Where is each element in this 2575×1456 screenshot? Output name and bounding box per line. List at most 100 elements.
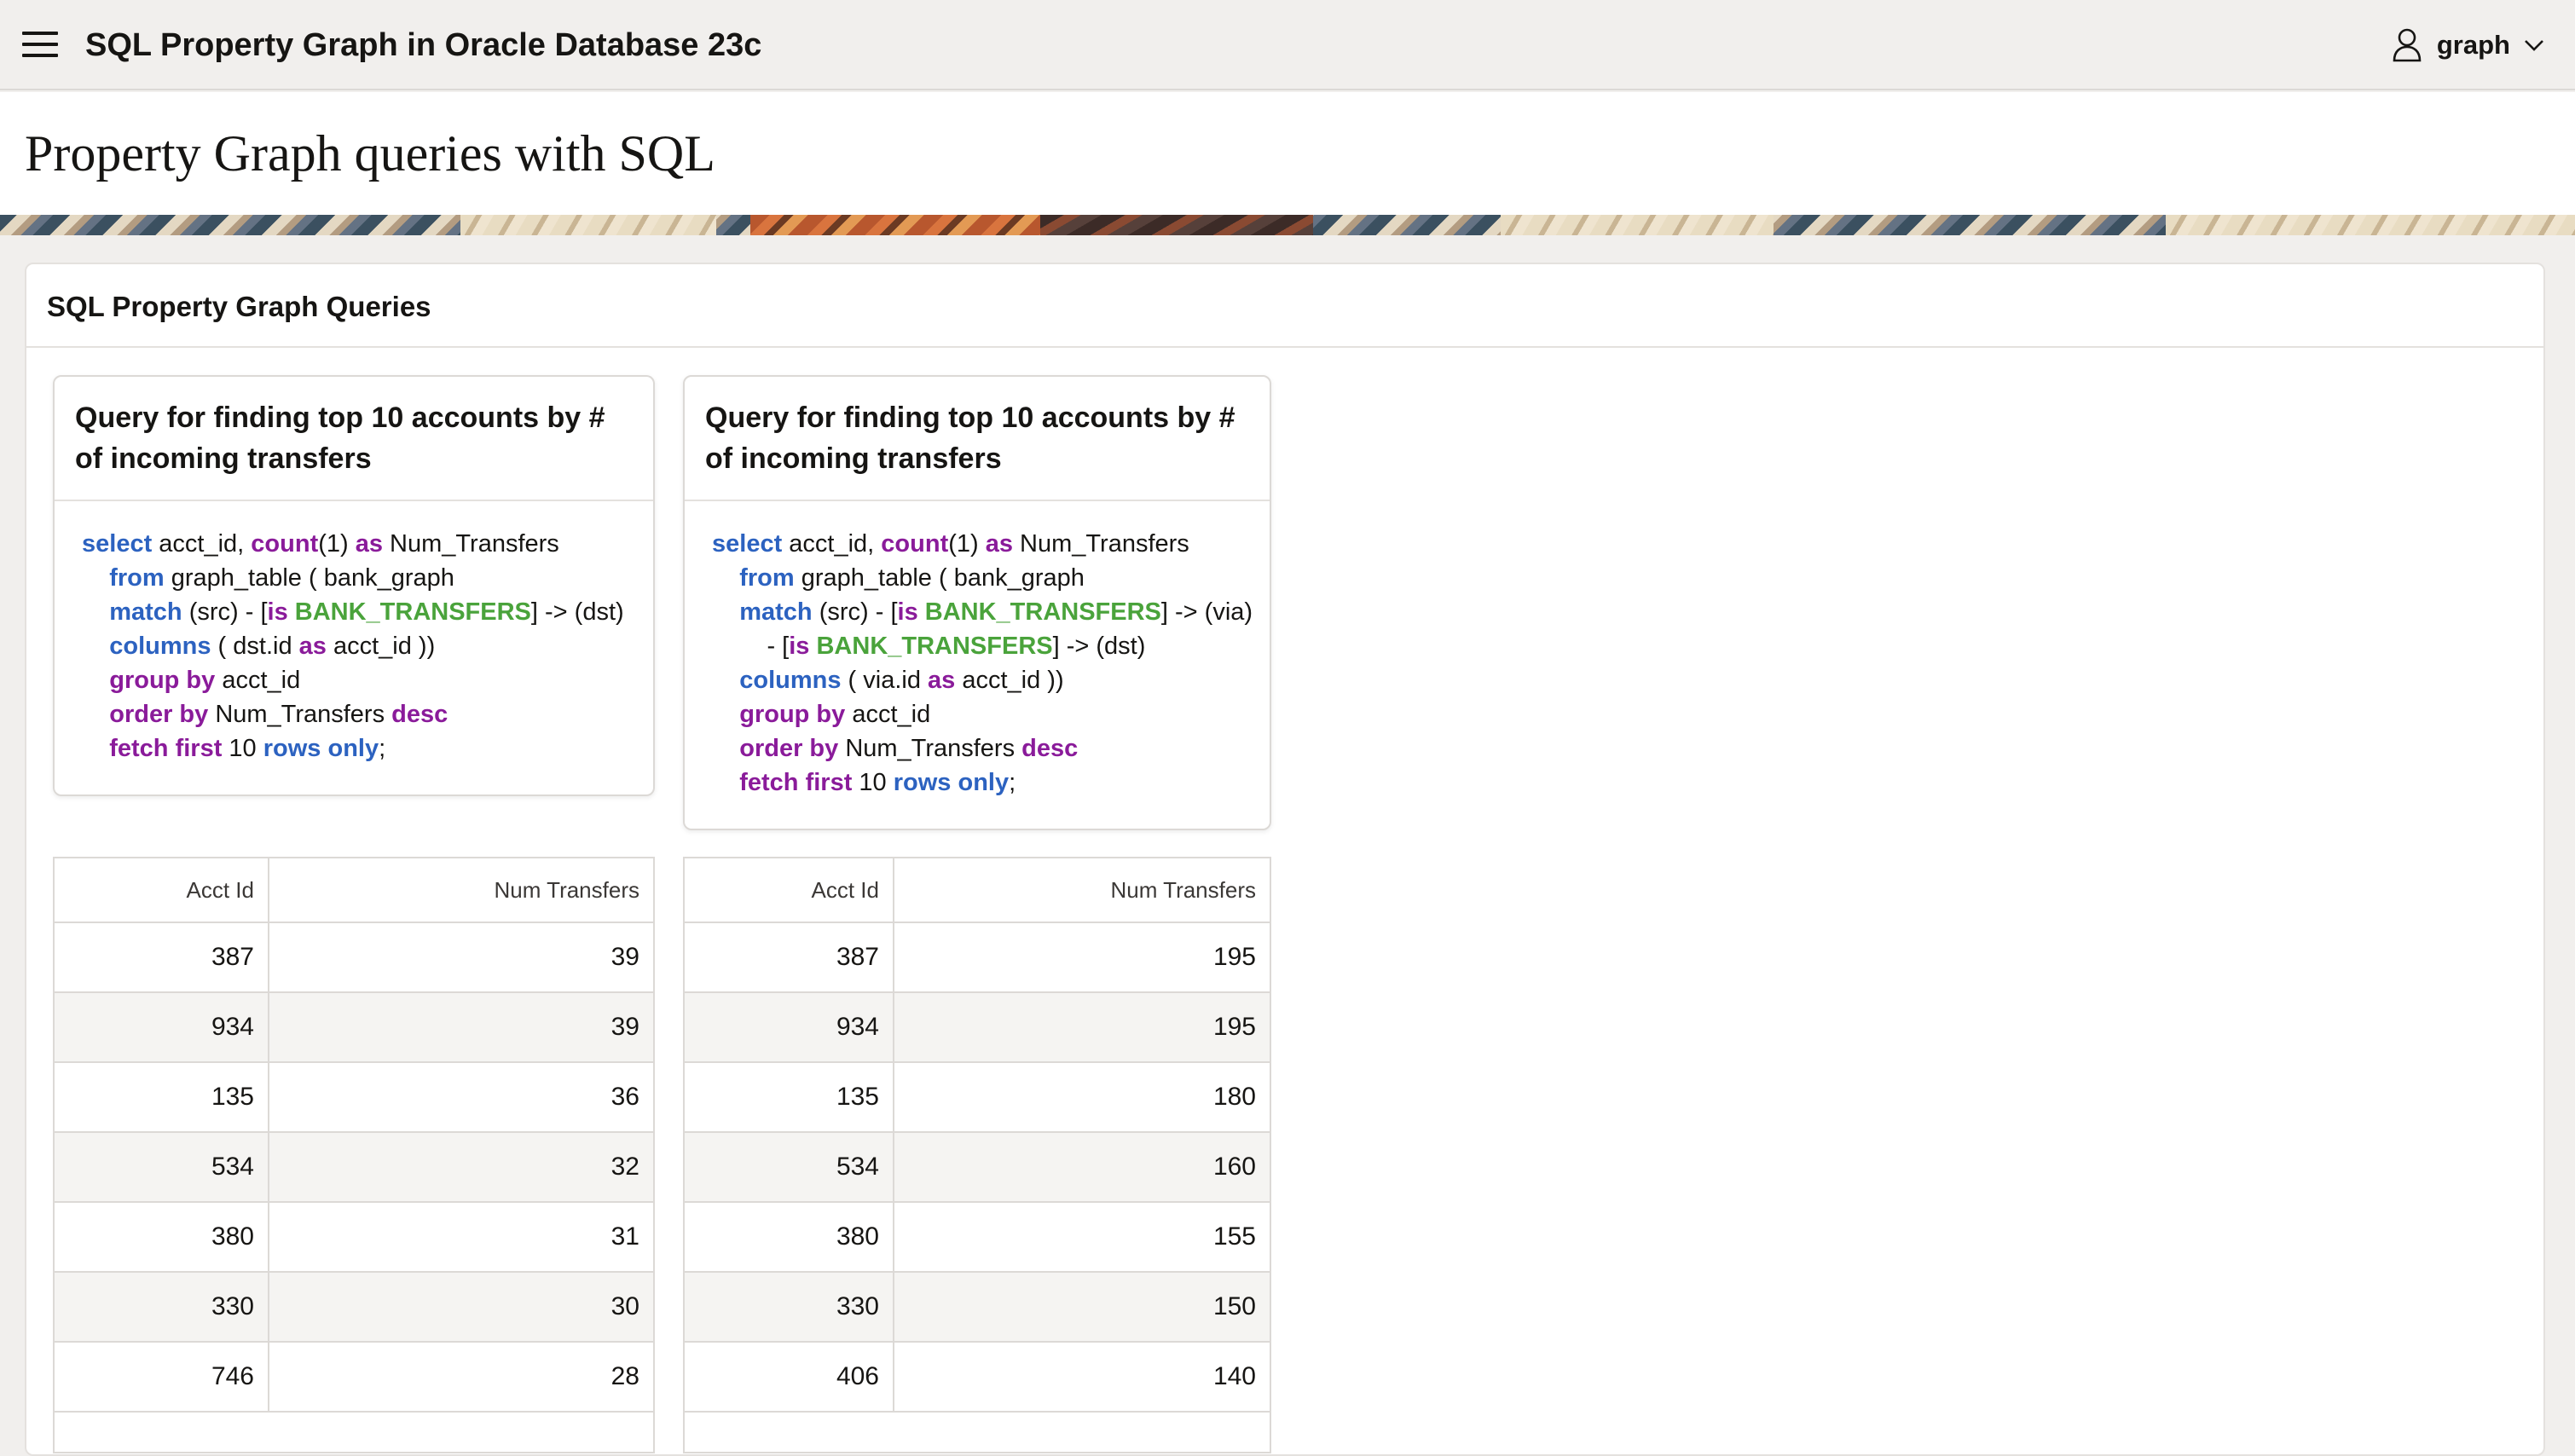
hamburger-menu-icon[interactable] bbox=[22, 31, 58, 58]
code-token: order by bbox=[109, 701, 209, 728]
code-token: count bbox=[251, 530, 319, 558]
cell-acct-id: 387 bbox=[685, 923, 894, 991]
cell-num-transfers: 31 bbox=[610, 1222, 639, 1251]
code-line: order by Num_Transfers desc bbox=[82, 697, 626, 731]
user-menu[interactable]: graph bbox=[2393, 24, 2544, 66]
column-header-num-transfers[interactable]: Num Transfers bbox=[894, 858, 1270, 922]
cell-acct-id: 387 bbox=[55, 923, 269, 991]
code-token: match bbox=[109, 598, 182, 626]
table-row: 534 160 bbox=[685, 1133, 1270, 1203]
code-token: select bbox=[82, 530, 153, 558]
card-header: Query for finding top 10 accounts by # o… bbox=[55, 377, 653, 501]
code-token: select bbox=[712, 530, 783, 558]
table-row: 380 31 bbox=[55, 1203, 653, 1273]
query-card-2: Query for finding top 10 accounts by # o… bbox=[683, 375, 1271, 830]
code-token: Num_Transfers bbox=[838, 735, 1022, 762]
code-token: is bbox=[897, 598, 918, 626]
code-line: match (src) - [is BANK_TRANSFERS] -> (vi… bbox=[712, 595, 1253, 629]
code-token: (src) - [ bbox=[812, 598, 898, 626]
cell-acct-id: 934 bbox=[55, 993, 269, 1061]
code-token: order by bbox=[739, 735, 839, 762]
sql-code-block: select acct_id, count(1) as Num_Transfer… bbox=[55, 501, 653, 791]
card-title: Query for finding top 10 accounts by # o… bbox=[705, 402, 1235, 475]
app-title[interactable]: SQL Property Graph in Oracle Database 23… bbox=[85, 22, 761, 68]
code-line: match (src) - [is BANK_TRANSFERS] -> (ds… bbox=[82, 595, 626, 629]
code-token: desc bbox=[391, 701, 448, 728]
cell-acct-id: 330 bbox=[685, 1273, 894, 1341]
table-row: 934 39 bbox=[55, 993, 653, 1063]
code-token: BANK_TRANSFERS bbox=[924, 598, 1161, 626]
user-icon bbox=[2393, 28, 2422, 62]
code-token: acct_id bbox=[215, 667, 301, 694]
code-token: ( via.id bbox=[841, 667, 929, 694]
code-token: ; bbox=[1009, 769, 1016, 796]
code-token: ] -> (dst) bbox=[530, 598, 624, 626]
table-row: 406 140 bbox=[685, 1343, 1270, 1413]
code-token: 10 bbox=[852, 769, 894, 796]
code-token: count bbox=[881, 530, 949, 558]
table-row: 330 150 bbox=[685, 1273, 1270, 1343]
code-line: group by acct_id bbox=[82, 663, 626, 697]
table-row: 330 30 bbox=[55, 1273, 653, 1343]
code-token: ; bbox=[379, 735, 386, 762]
table-row: 135 180 bbox=[685, 1063, 1270, 1133]
code-token: Num_Transfers bbox=[208, 701, 392, 728]
code-token: graph_table ( bank_graph bbox=[794, 564, 1085, 592]
cell-num-transfers: 195 bbox=[1212, 943, 1256, 971]
code-line: select acct_id, count(1) as Num_Transfer… bbox=[82, 527, 626, 561]
code-token: ] -> (via) bbox=[1160, 598, 1253, 626]
cell-num-transfers: 155 bbox=[1212, 1222, 1256, 1251]
table-row: 934 195 bbox=[685, 993, 1270, 1063]
code-token: group by bbox=[109, 667, 216, 694]
code-token: is bbox=[789, 633, 810, 660]
cell-acct-id: 746 bbox=[55, 1343, 269, 1411]
code-token: as bbox=[355, 530, 383, 558]
code-token: fetch first bbox=[739, 769, 853, 796]
code-token: Num_Transfers bbox=[383, 530, 559, 558]
cell-acct-id: 534 bbox=[685, 1133, 894, 1201]
code-line: columns ( dst.id as acct_id )) bbox=[82, 629, 626, 663]
code-token: BANK_TRANSFERS bbox=[294, 598, 531, 626]
top-navigation-bar: SQL Property Graph in Oracle Database 23… bbox=[0, 0, 2575, 90]
code-line: fetch first 10 rows only; bbox=[712, 766, 1242, 800]
cell-acct-id: 534 bbox=[55, 1133, 269, 1201]
hero-banner: Property Graph queries with SQL bbox=[0, 92, 2575, 215]
cell-acct-id: 330 bbox=[55, 1273, 269, 1341]
code-token: (1) bbox=[948, 530, 986, 558]
code-line: fetch first 10 rows only; bbox=[82, 731, 626, 766]
code-token: ( dst.id bbox=[211, 633, 299, 660]
code-token: acct_id bbox=[845, 701, 931, 728]
column-header-acct-id[interactable]: Acct Id bbox=[685, 858, 894, 922]
cell-acct-id: 934 bbox=[685, 993, 894, 1061]
cell-num-transfers: 195 bbox=[1212, 1013, 1256, 1041]
code-token: from bbox=[739, 564, 795, 592]
code-token: match bbox=[739, 598, 813, 626]
chevron-down-icon bbox=[2525, 40, 2543, 51]
column-header-acct-id[interactable]: Acct Id bbox=[55, 858, 269, 922]
code-token: from bbox=[109, 564, 165, 592]
code-token: acct_id )) bbox=[326, 633, 436, 660]
column-header-num-transfers[interactable]: Num Transfers bbox=[269, 858, 653, 922]
sql-code-block: select acct_id, count(1) as Num_Transfer… bbox=[685, 501, 1270, 825]
code-line: select acct_id, count(1) as Num_Transfer… bbox=[712, 527, 1242, 561]
code-token: as bbox=[298, 633, 327, 660]
code-token: ] -> (dst) bbox=[1052, 633, 1146, 660]
table-header-row: Acct Id Num Transfers bbox=[685, 858, 1270, 923]
cell-num-transfers: 28 bbox=[610, 1362, 639, 1390]
code-line: order by Num_Transfers desc bbox=[712, 731, 1242, 766]
code-token: (src) - [ bbox=[182, 598, 268, 626]
code-token: acct_id, bbox=[152, 530, 252, 558]
cell-acct-id: 135 bbox=[685, 1063, 894, 1131]
code-line: group by acct_id bbox=[712, 697, 1242, 731]
code-token: BANK_TRANSFERS bbox=[816, 633, 1053, 660]
table-row: 534 32 bbox=[55, 1133, 653, 1203]
code-token: as bbox=[985, 530, 1013, 558]
